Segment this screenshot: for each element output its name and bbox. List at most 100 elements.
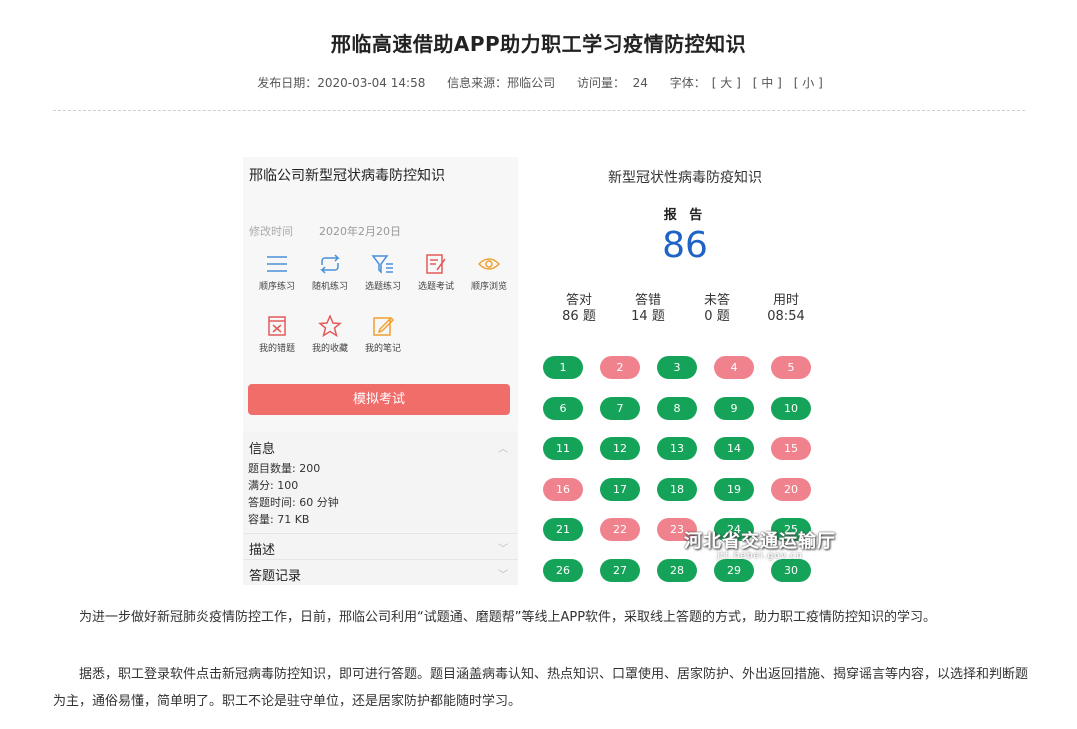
info-question-count: 题目数量: 200: [248, 462, 321, 475]
article-paragraph: 为进一步做好新冠肺炎疫情防控工作，日前，邢临公司利用“试题通、磨题帮”等线上AP…: [79, 610, 937, 625]
action-label: 顺序浏览: [470, 282, 507, 292]
answer-bubble[interactable]: 22: [600, 518, 640, 541]
stat-value: 14 题: [631, 309, 665, 324]
answer-bubble[interactable]: 14: [714, 437, 754, 460]
font-medium-link[interactable]: [ 中 ]: [753, 76, 782, 90]
answer-bubble[interactable]: 21: [543, 518, 583, 541]
star-icon: [302, 315, 358, 337]
stat-wrong: 答错 14 题: [618, 293, 678, 325]
answer-bubble[interactable]: 28: [657, 558, 697, 582]
answer-bubble[interactable]: 5: [771, 356, 811, 379]
answer-bubble[interactable]: 2: [600, 356, 640, 379]
stat-label: 用时: [772, 293, 799, 308]
action-item[interactable]: 选题练习: [355, 253, 411, 292]
app-screenshot-right: 新型冠状性病毒防疫知识 报 告 86 答对 86 题 答错 14 题 未答 0 …: [530, 157, 840, 585]
info-answer-time: 答题时间: 60 分钟: [248, 496, 339, 509]
action-label: 随机练习: [311, 282, 348, 292]
action-item[interactable]: 顺序练习: [249, 253, 305, 292]
action-item[interactable]: 我的笔记: [355, 315, 411, 354]
divider: [53, 110, 1025, 111]
list-icon: [249, 253, 305, 275]
stat-label: 答对: [565, 293, 592, 308]
answer-bubble[interactable]: 10: [771, 396, 811, 420]
stat-correct: 答对 86 题: [549, 293, 609, 325]
note-icon: [355, 315, 411, 337]
stat-unanswered: 未答 0 题: [687, 293, 747, 325]
modified-label: 修改时间: [249, 225, 293, 238]
answer-bubble[interactable]: 11: [543, 437, 583, 460]
description-header: 描述: [249, 543, 276, 558]
info-header[interactable]: 信息: [249, 438, 275, 457]
font-small-link[interactable]: [ 小 ]: [794, 76, 823, 90]
chevron-up-icon[interactable]: ︿: [498, 440, 508, 455]
info-full-score: 满分: 100: [248, 479, 299, 492]
shuffle-icon: [302, 253, 358, 275]
action-item[interactable]: 我的错题: [249, 315, 305, 354]
info-section: 信息 ︿ 题目数量: 200 满分: 100 答题时间: 60 分钟 容量: 7…: [243, 432, 518, 532]
answer-bubble[interactable]: 27: [600, 558, 640, 582]
answer-bubble[interactable]: 3: [657, 356, 697, 379]
records-header: 答题记录: [249, 569, 302, 584]
action-item[interactable]: 随机练习: [302, 253, 358, 292]
answer-bubble[interactable]: 4: [714, 356, 754, 379]
action-label: 我的错题: [258, 344, 295, 354]
wrong-icon: [249, 315, 305, 337]
info-size: 容量: 71 KB: [248, 513, 310, 526]
answer-bubble[interactable]: 26: [543, 558, 583, 582]
app-header-area: 邢临公司新型冠状病毒防控知识 修改时间 2020年2月20日 顺序练习 随机练习 选题…: [243, 157, 518, 430]
action-label: 我的收藏: [311, 344, 348, 354]
visit-count: 访问量： 24: [577, 76, 648, 90]
score-value: 86: [662, 225, 708, 266]
description-section[interactable]: 描述 ﹀: [243, 533, 518, 559]
article-meta: 发布日期：2020-03-04 14:58 信息来源：邢临公司 访问量： 24 …: [0, 74, 1077, 91]
answer-bubble[interactable]: 1: [543, 356, 583, 379]
action-item[interactable]: 我的收藏: [302, 315, 358, 354]
action-label: 顺序练习: [258, 282, 295, 292]
mock-exam-button[interactable]: 模拟考试: [248, 384, 510, 415]
publish-date: 发布日期：2020-03-04 14:58: [257, 76, 426, 90]
font-large-link[interactable]: [ 大 ]: [712, 76, 741, 90]
answer-bubble[interactable]: 16: [543, 477, 583, 501]
app-screenshot-left: 邢临公司新型冠状病毒防控知识 修改时间 2020年2月20日 顺序练习 随机练习 选题…: [243, 157, 518, 585]
answer-bubble[interactable]: 15: [771, 437, 811, 460]
watermark-url: jtt.hebei.gov.cn: [717, 551, 803, 561]
chevron-down-icon: ﹀: [498, 570, 508, 581]
answer-bubble[interactable]: 17: [600, 477, 640, 501]
modified-time: 修改时间 2020年2月20日: [249, 223, 401, 239]
stat-label: 未答: [703, 293, 730, 308]
action-item[interactable]: 选题考试: [408, 253, 464, 292]
stat-time: 用时 08:54: [756, 293, 816, 325]
page-title: 邢临高速借助APP助力职工学习疫情防控知识: [330, 32, 747, 56]
answer-bubble[interactable]: 19: [714, 477, 754, 501]
answer-bubble[interactable]: 6: [543, 396, 583, 420]
info-lines: 题目数量: 200 满分: 100 答题时间: 60 分钟 容量: 71 KB: [248, 460, 339, 528]
edit-doc-icon: [408, 253, 464, 275]
action-label: 我的笔记: [364, 344, 401, 354]
answer-bubble[interactable]: 8: [657, 396, 697, 420]
answer-bubble[interactable]: 20: [771, 477, 811, 501]
records-section[interactable]: 答题记录 ﹀: [243, 559, 518, 585]
report-label: 报 告: [663, 208, 707, 223]
stat-label: 答错: [634, 293, 661, 308]
filter-icon: [355, 253, 411, 275]
action-label: 选题考试: [417, 282, 454, 292]
answer-bubble[interactable]: 13: [657, 437, 697, 460]
eye-icon: [461, 253, 517, 275]
stat-value: 0 题: [704, 309, 730, 324]
action-label: 选题练习: [364, 282, 401, 292]
report-page-title: 新型冠状性病毒防疫知识: [608, 170, 762, 186]
answer-bubble[interactable]: 29: [714, 558, 754, 582]
article-paragraph: 据悉，职工登录软件点击新冠病毒防控知识，即可进行答题。题目涵盖病毒认知、热点知识…: [53, 667, 1029, 709]
answer-bubble[interactable]: 30: [771, 558, 811, 582]
action-item[interactable]: 顺序浏览: [461, 253, 517, 292]
chevron-down-icon: ﹀: [498, 544, 508, 555]
stat-value: 86 题: [562, 309, 596, 324]
answer-bubble[interactable]: 12: [600, 437, 640, 460]
app-course-title: 邢临公司新型冠状病毒防控知识: [249, 168, 445, 184]
answer-bubble[interactable]: 7: [600, 396, 640, 420]
stat-value: 08:54: [767, 309, 805, 324]
font-size-label: 字体：: [669, 76, 706, 90]
answer-bubble[interactable]: 18: [657, 477, 697, 501]
answer-bubble[interactable]: 9: [714, 396, 754, 420]
modified-date: 2020年2月20日: [319, 225, 401, 238]
